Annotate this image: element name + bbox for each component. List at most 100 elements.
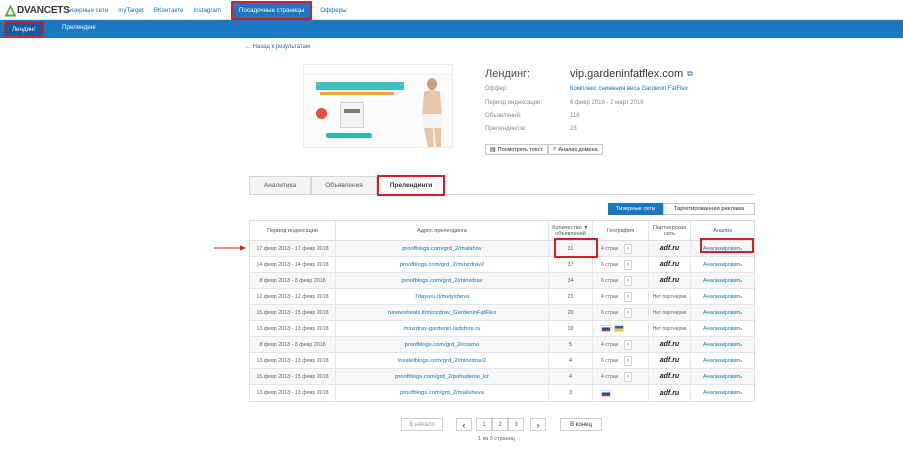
row-partner: adf.ru — [649, 273, 691, 288]
partner-network-label: Нет партнерки — [652, 293, 687, 300]
row-url-link[interactable]: proofblogs.com/grd_2/malisheva — [336, 385, 549, 401]
row-partner: adf.ru — [649, 257, 691, 272]
view-text-button[interactable]: ▤ Посмотреть текст — [485, 144, 548, 155]
row-period: 13 февр 2018 - 13 февр 2018 — [250, 385, 336, 401]
tab-prelandings[interactable]: Прелендинги — [377, 175, 445, 196]
partner-network-label: adf.ru — [659, 341, 680, 348]
row-url-link[interactable]: proofblogs.com/grd_2/minzdrav2 — [336, 257, 549, 272]
geo-expand-chevron-icon[interactable]: › — [624, 243, 633, 254]
row-count: 3 — [549, 385, 593, 401]
geo-expand-chevron-icon[interactable]: › — [624, 339, 633, 350]
external-link-icon[interactable]: ⧉ — [687, 69, 695, 78]
row-period: 12 февр 2018 - 12 февр 2018 — [250, 289, 336, 304]
geo-countries-text: 4 стран — [601, 373, 619, 380]
row-count: 21 — [549, 289, 593, 304]
back-to-results-link[interactable]: ← Назад к результатам — [245, 44, 310, 50]
partner-network-label: adf.ru — [659, 277, 680, 284]
table-row: 13 февр 2018 - 13 февр 2018 lnxatelblogs.… — [250, 353, 754, 369]
nav-mytarget[interactable]: myTarget — [118, 7, 143, 14]
analyze-link[interactable]: Анализировать — [703, 358, 742, 364]
row-url-link[interactable]: minzdrav-gardenin.ladsfore.ru — [336, 321, 549, 336]
filter-targeted-ads[interactable]: Таргетированная реклама — [663, 203, 755, 215]
geo-countries-text: 6 стран — [601, 277, 619, 284]
landing-screenshot[interactable] — [303, 64, 453, 148]
row-url-link[interactable]: lnxatelblogs.com/grd_2/minzdrav2 — [336, 353, 549, 368]
offer-link[interactable]: Комплекс снижения веса Gardenin FatFlex — [570, 86, 688, 92]
row-url-link[interactable]: proofblogs.com/grd_2/minzdrav — [336, 273, 549, 288]
highlight-analyze — [700, 238, 754, 253]
nav-vkontakte[interactable]: ВКонтакте — [154, 7, 184, 14]
geo-expand-chevron-icon[interactable]: › — [624, 371, 633, 382]
logo[interactable]: DVANCETS — [4, 3, 70, 17]
row-url-link[interactable]: proofblogs.com/grd_2/pohudenie_kz — [336, 369, 549, 384]
landing-url: vip.gardeninfatflex.com — [570, 68, 684, 80]
row-count: 37 — [549, 257, 593, 272]
geo-expand-chevron-icon[interactable]: › — [624, 275, 633, 286]
table-row: 17 февр 2018 - 17 февр 2018 proofblogs.co… — [250, 241, 754, 257]
row-analyze: Анализировать — [691, 273, 754, 288]
nav-instagram[interactable]: Instagram — [194, 7, 222, 14]
pointer-arrow-icon — [214, 245, 246, 251]
nav-offers[interactable]: Офферы — [320, 7, 346, 14]
analyze-link[interactable]: Анализировать — [703, 374, 742, 380]
col-period[interactable]: Период индексации — [250, 221, 336, 240]
row-count: 4 — [549, 369, 593, 384]
row-analyze: Анализировать — [691, 353, 754, 368]
pagination-last[interactable]: В конец — [560, 418, 602, 431]
row-url-link[interactable]: proofblogs.com/grd_2/cosmo — [336, 337, 549, 352]
geo-countries-text: 6 стран — [601, 309, 619, 316]
geo-expand-chevron-icon[interactable]: › — [624, 307, 633, 318]
subnav-landing[interactable]: Лендинг — [4, 21, 44, 37]
row-partner: adf.ru — [649, 385, 691, 401]
analyze-link[interactable]: Анализировать — [703, 278, 742, 284]
row-geo — [593, 385, 649, 401]
partner-network-label: adf.ru — [659, 373, 680, 380]
geo-expand-chevron-icon[interactable]: › — [624, 291, 633, 302]
row-geo: 6 стран › — [593, 273, 649, 288]
table-row: 13 февр 2018 - 13 февр 2018 minzdrav-gard… — [250, 321, 754, 337]
geo-expand-chevron-icon[interactable]: › — [624, 259, 633, 270]
sub-navbar: Лендинг Прелендинг — [0, 20, 903, 38]
geo-expand-chevron-icon[interactable]: › — [624, 355, 633, 366]
row-period: 14 февр 2018 - 14 февр 2018 — [250, 257, 336, 272]
row-partner: Нет партнерки — [649, 305, 691, 320]
row-url-link[interactable]: 7dayuru.lt/melysheva — [336, 289, 549, 304]
logo-icon — [4, 4, 17, 17]
row-count: 4 — [549, 353, 593, 368]
analyze-link[interactable]: Анализировать — [703, 342, 742, 348]
col-partner[interactable]: Партнерская сеть — [649, 221, 691, 240]
pagination-page-3[interactable]: 3 — [508, 418, 524, 431]
pagination-first[interactable]: В начало — [401, 418, 443, 431]
col-geo[interactable]: География — [593, 221, 649, 240]
row-partner: Нет партнерки — [649, 289, 691, 304]
nav-teaser-networks[interactable]: Тизерные сети — [66, 7, 108, 14]
analyze-link[interactable]: Анализировать — [703, 294, 742, 300]
filter-teaser-networks[interactable]: Тизерные сети — [608, 203, 663, 215]
analyze-link[interactable]: Анализировать — [703, 310, 742, 316]
nav-landing-pages[interactable]: Посадочные страницы — [231, 0, 313, 20]
row-geo: 4 стран › — [593, 241, 649, 256]
pagination-page-2[interactable]: 2 — [492, 418, 508, 431]
analyze-link[interactable]: Анализировать — [703, 326, 742, 332]
flag-ukraine-icon — [614, 325, 624, 332]
pagination-next-icon[interactable]: › — [530, 418, 546, 431]
pagination-prev-icon[interactable]: ‹ — [456, 418, 472, 431]
col-address[interactable]: Адрес прелендинга — [336, 221, 549, 240]
row-geo: 6 стран › — [593, 257, 649, 272]
analyze-link[interactable]: Анализировать — [703, 390, 742, 396]
row-count: 20 — [549, 305, 593, 320]
row-url-link[interactable]: proofblogs.com/grd_2/malahov — [336, 241, 549, 256]
tab-ads[interactable]: Объявления — [311, 176, 377, 195]
row-partner: Нет партнерки — [649, 321, 691, 336]
analyze-domain-button[interactable]: ⌕ Анализ домена — [548, 144, 603, 155]
row-url-link[interactable]: runewsheals.lt/minzdrav_GardeninFatFlex — [336, 305, 549, 320]
pagination-page-1[interactable]: 1 — [476, 418, 492, 431]
analyze-link[interactable]: Анализировать — [703, 262, 742, 268]
prelandings-label: Прелендингов: — [485, 126, 527, 132]
tab-analytics[interactable]: Аналитика — [249, 176, 311, 195]
subnav-prelanding[interactable]: Прелендинг — [62, 24, 96, 31]
row-analyze: Анализировать — [691, 305, 754, 320]
table-row: 12 февр 2018 - 12 февр 2018 7dayuru.lt/me… — [250, 289, 754, 305]
table-row: 8 февр 2018 - 8 февр 2018 proofblogs.com/… — [250, 337, 754, 353]
row-period: 13 февр 2018 - 13 февр 2018 — [250, 353, 336, 368]
